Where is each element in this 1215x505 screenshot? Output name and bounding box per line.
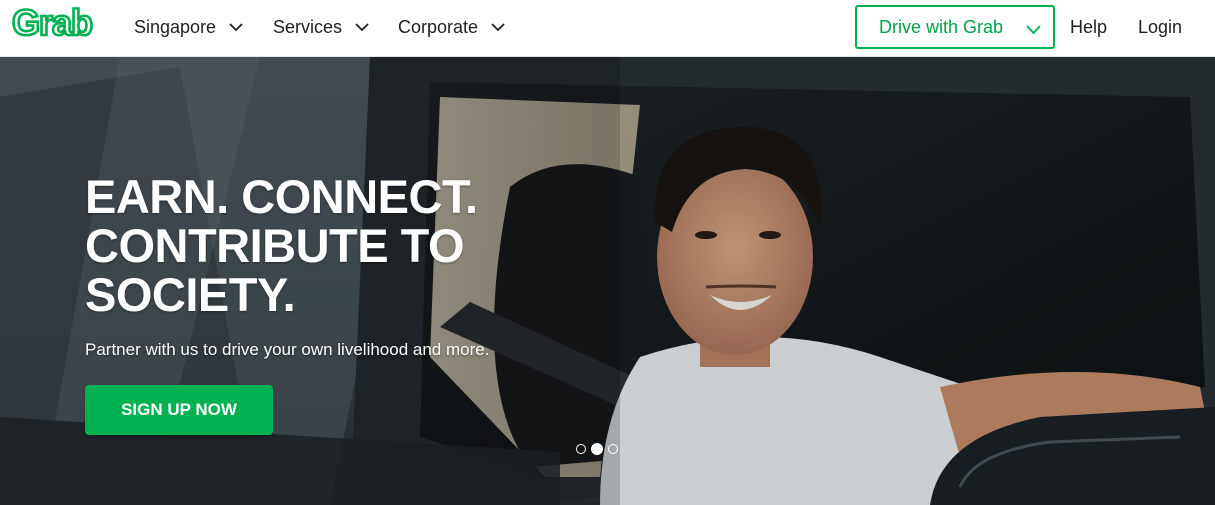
nav-corporate-label: Corporate [398,17,479,37]
carousel-dot-1[interactable] [576,444,586,454]
hero-banner: EARN. CONNECT. CONTRIBUTE TO SOCIETY. Pa… [0,57,1215,505]
top-nav-bar: Grab Singapore Services Corporate Drive … [0,0,1215,57]
drive-with-grab-label: Drive with Grab [879,16,1004,37]
nav-services-label: Services [273,17,343,37]
hero-subtext: Partner with us to drive your own liveli… [85,340,490,359]
nav-singapore[interactable]: Singapore [134,0,243,55]
sign-up-now-button[interactable]: SIGN UP NOW [85,385,273,435]
carousel-dot-2[interactable] [591,443,603,455]
hero-headline-line-2: CONTRIBUTE TO [85,219,465,272]
drive-with-grab-button[interactable]: Drive with Grab [855,5,1055,49]
chevron-down-icon [1026,25,1041,35]
login-link[interactable]: Login [1138,0,1182,55]
nav-singapore-label: Singapore [134,17,217,37]
help-link[interactable]: Help [1070,0,1107,55]
chevron-down-icon [355,23,369,32]
hero-headline-line-3: SOCIETY. [85,268,296,321]
logo-text: Grab [12,4,92,42]
grab-logo[interactable]: Grab [12,4,106,42]
chevron-down-icon [491,23,505,32]
nav-services[interactable]: Services [273,0,369,55]
carousel-dots [576,443,618,455]
chevron-down-icon [229,23,243,32]
hero-headline: EARN. CONNECT. CONTRIBUTE TO SOCIETY. [85,172,565,319]
hero-headline-line-1: EARN. CONNECT. [85,170,478,223]
nav-corporate[interactable]: Corporate [398,0,505,55]
carousel-dot-3[interactable] [608,444,618,454]
